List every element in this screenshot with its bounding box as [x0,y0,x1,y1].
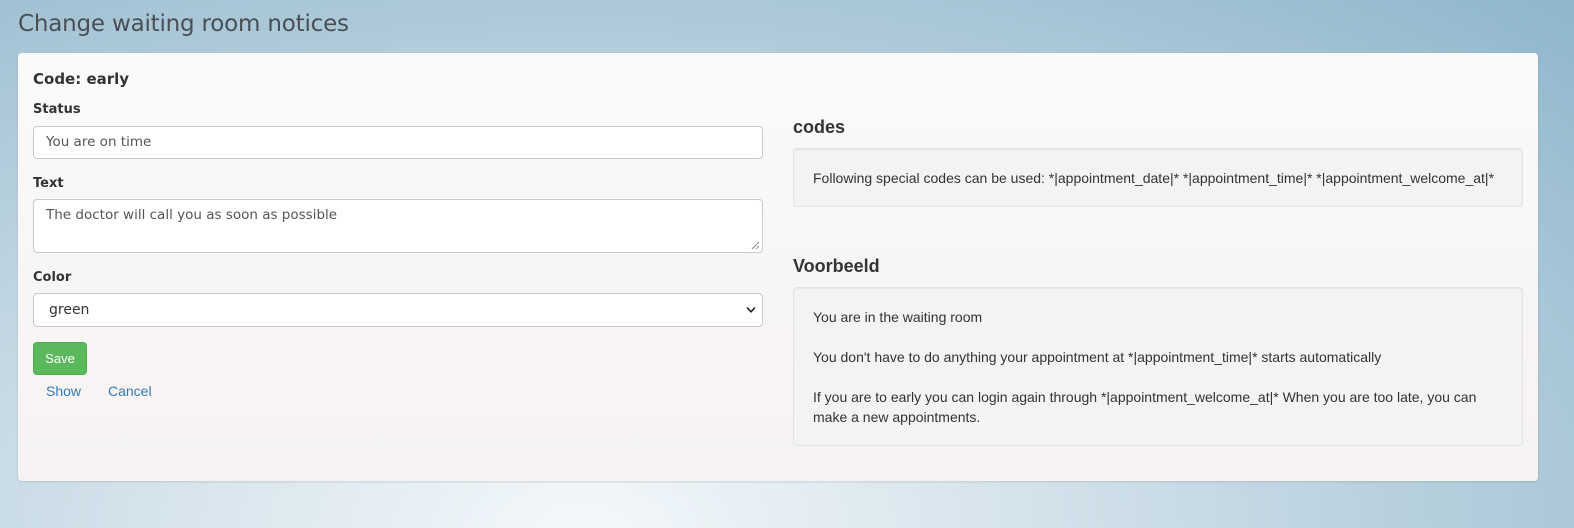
chevron-down-icon [746,307,756,313]
notice-edit-panel: Code: early Status You are on time Text … [18,53,1538,481]
preview-line-1: You are in the waiting room [813,309,983,325]
preview-title: Voorbeeld [793,256,880,276]
codes-well: Following special codes can be used: *|a… [793,148,1523,207]
text-label: Text [33,176,64,191]
show-link[interactable]: Show [46,383,81,399]
status-input[interactable]: You are on time [33,126,763,159]
resize-grip-icon[interactable] [751,241,760,250]
text-textarea-value: The doctor will call you as soon as poss… [46,207,338,223]
preview-line-2: You don't have to do anything your appoi… [813,349,1382,365]
status-input-value: You are on time [46,134,152,150]
status-label: Status [33,102,81,117]
page-title: Change waiting room notices [18,11,349,37]
codes-text: Following special codes can be used: *|a… [813,170,1495,186]
color-select[interactable]: green [33,293,763,327]
preview-line-3: If you are to early you can login again … [813,389,1477,425]
code-heading: Code: early [33,70,130,88]
preview-well: You are in the waiting room You don't ha… [793,287,1523,446]
text-textarea[interactable]: The doctor will call you as soon as poss… [33,199,763,253]
codes-title: codes [793,117,846,137]
color-select-value: green [49,302,90,318]
cancel-link[interactable]: Cancel [108,383,152,399]
save-button[interactable]: Save [33,342,87,375]
color-label: Color [33,270,72,285]
